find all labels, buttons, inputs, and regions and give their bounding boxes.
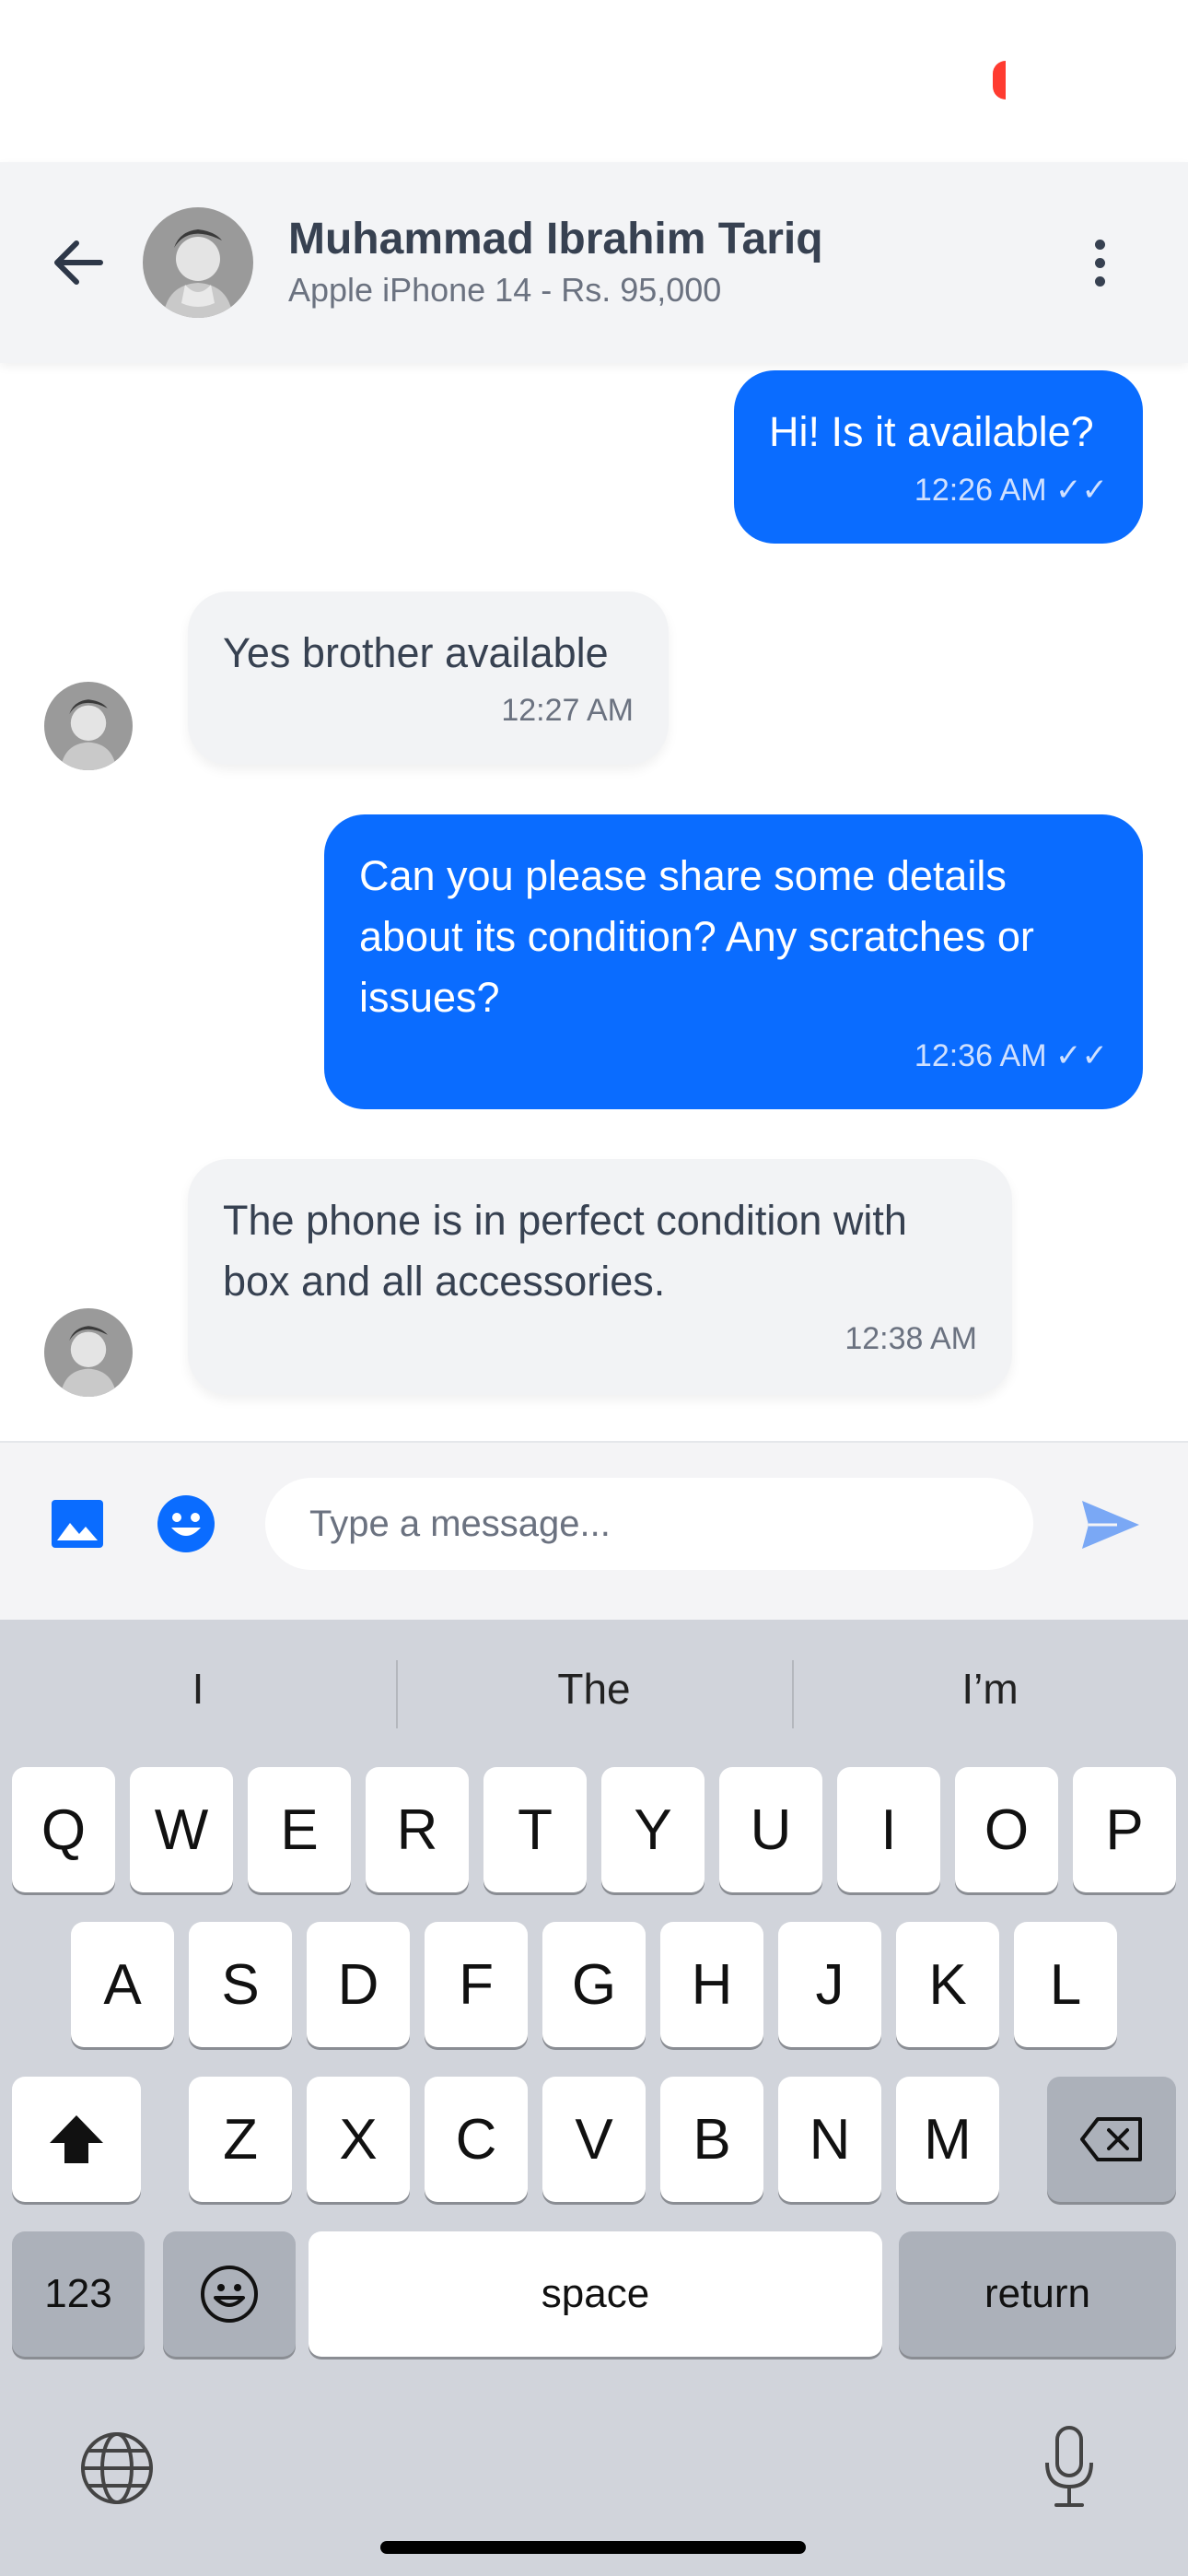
key-l[interactable]: L [1014, 1922, 1117, 2047]
key-i[interactable]: I [837, 1767, 940, 1892]
key-k[interactable]: K [896, 1922, 999, 2047]
message-text: Yes brother available [223, 629, 609, 676]
suggestion-1[interactable]: I [0, 1620, 396, 1758]
numbers-key[interactable]: 123 [12, 2231, 145, 2357]
emoji-button[interactable] [155, 1493, 217, 1555]
key-w[interactable]: W [130, 1767, 233, 1892]
key-m[interactable]: M [896, 2077, 999, 2202]
message-bubble-received[interactable]: Yes brother available 12:27 AM [188, 591, 669, 765]
user-avatar [143, 207, 253, 318]
backspace-icon [1080, 2117, 1142, 2161]
status-indicator [993, 61, 1006, 100]
attach-image-button[interactable] [48, 1494, 107, 1553]
key-r[interactable]: R [366, 1767, 469, 1892]
key-v[interactable]: V [542, 2077, 646, 2202]
contact-avatar[interactable] [143, 207, 253, 318]
message-text: Hi! Is it available? [769, 408, 1094, 455]
shift-key[interactable] [12, 2077, 141, 2202]
status-bar [0, 0, 1188, 162]
delete-key[interactable] [1047, 2077, 1176, 2202]
key-e[interactable]: E [248, 1767, 351, 1892]
key-c[interactable]: C [425, 2077, 528, 2202]
dictation-button[interactable] [1030, 2421, 1109, 2513]
keyboard: I The I’m Q W E R T Y U I O P A S D F G … [0, 1620, 1188, 2576]
more-vertical-icon [1094, 239, 1105, 250]
home-indicator[interactable] [380, 2541, 806, 2554]
key-d[interactable]: D [307, 1922, 410, 2047]
message-meta: 12:26 AM ✓✓ [769, 472, 1108, 509]
message-input[interactable] [265, 1478, 1033, 1570]
sender-avatar[interactable] [44, 682, 133, 770]
predictive-suggestions: I The I’m [0, 1620, 1188, 1758]
message-text: Can you please share some details about … [359, 852, 1034, 1021]
message-list[interactable]: Hi! Is it available? 12:26 AM ✓✓ Yes bro… [0, 363, 1188, 1441]
message-text: The phone is in perfect condition with b… [223, 1197, 907, 1305]
globe-icon [81, 2432, 153, 2504]
emoji-key[interactable] [163, 2231, 296, 2357]
read-receipt-icon: ✓✓ [1055, 473, 1108, 508]
message-time: 12:38 AM [844, 1321, 977, 1356]
send-button[interactable] [1076, 1493, 1146, 1557]
message-meta: 12:36 AM ✓✓ [359, 1037, 1108, 1074]
key-a[interactable]: A [71, 1922, 174, 2047]
key-n[interactable]: N [778, 2077, 881, 2202]
read-receipt-icon: ✓✓ [1055, 1038, 1108, 1073]
message-time: 12:26 AM [914, 473, 1047, 508]
message-bubble-sent[interactable]: Hi! Is it available? 12:26 AM ✓✓ [734, 370, 1143, 544]
user-avatar [44, 682, 133, 770]
key-o[interactable]: O [955, 1767, 1058, 1892]
globe-button[interactable] [76, 2427, 158, 2510]
listing-title[interactable]: Apple iPhone 14 - Rs. 95,000 [288, 271, 721, 310]
message-time: 12:36 AM [914, 1038, 1047, 1073]
return-key[interactable]: return [899, 2231, 1176, 2357]
more-options-button[interactable] [1077, 232, 1122, 293]
key-s[interactable]: S [189, 1922, 292, 2047]
key-z[interactable]: Z [189, 2077, 292, 2202]
back-button[interactable] [46, 233, 111, 292]
chat-header: Muhammad Ibrahim Tariq Apple iPhone 14 -… [0, 162, 1188, 363]
key-f[interactable]: F [425, 1922, 528, 2047]
message-time: 12:27 AM [501, 693, 634, 728]
shift-icon [50, 2115, 103, 2163]
message-bubble-received[interactable]: The phone is in perfect condition with b… [188, 1159, 1012, 1395]
message-bubble-sent[interactable]: Can you please share some details about … [324, 814, 1143, 1109]
emoji-icon [201, 2266, 258, 2323]
key-y[interactable]: Y [601, 1767, 705, 1892]
key-u[interactable]: U [719, 1767, 822, 1892]
message-composer [0, 1441, 1188, 1620]
key-t[interactable]: T [483, 1767, 587, 1892]
image-icon [52, 1500, 103, 1548]
key-x[interactable]: X [307, 2077, 410, 2202]
contact-name: Muhammad Ibrahim Tariq [288, 215, 823, 263]
user-avatar [44, 1308, 133, 1397]
suggestion-2[interactable]: The [396, 1620, 792, 1758]
sender-avatar[interactable] [44, 1308, 133, 1397]
key-g[interactable]: G [542, 1922, 646, 2047]
key-b[interactable]: B [660, 2077, 763, 2202]
suggestion-3[interactable]: I’m [792, 1620, 1188, 1758]
send-icon [1082, 1501, 1139, 1549]
key-h[interactable]: H [660, 1922, 763, 2047]
key-j[interactable]: J [778, 1922, 881, 2047]
arrow-left-icon [54, 240, 103, 285]
microphone-icon [1045, 2426, 1093, 2507]
key-q[interactable]: Q [12, 1767, 115, 1892]
key-p[interactable]: P [1073, 1767, 1176, 1892]
emoji-icon [157, 1495, 215, 1552]
space-key[interactable]: space [309, 2231, 882, 2357]
